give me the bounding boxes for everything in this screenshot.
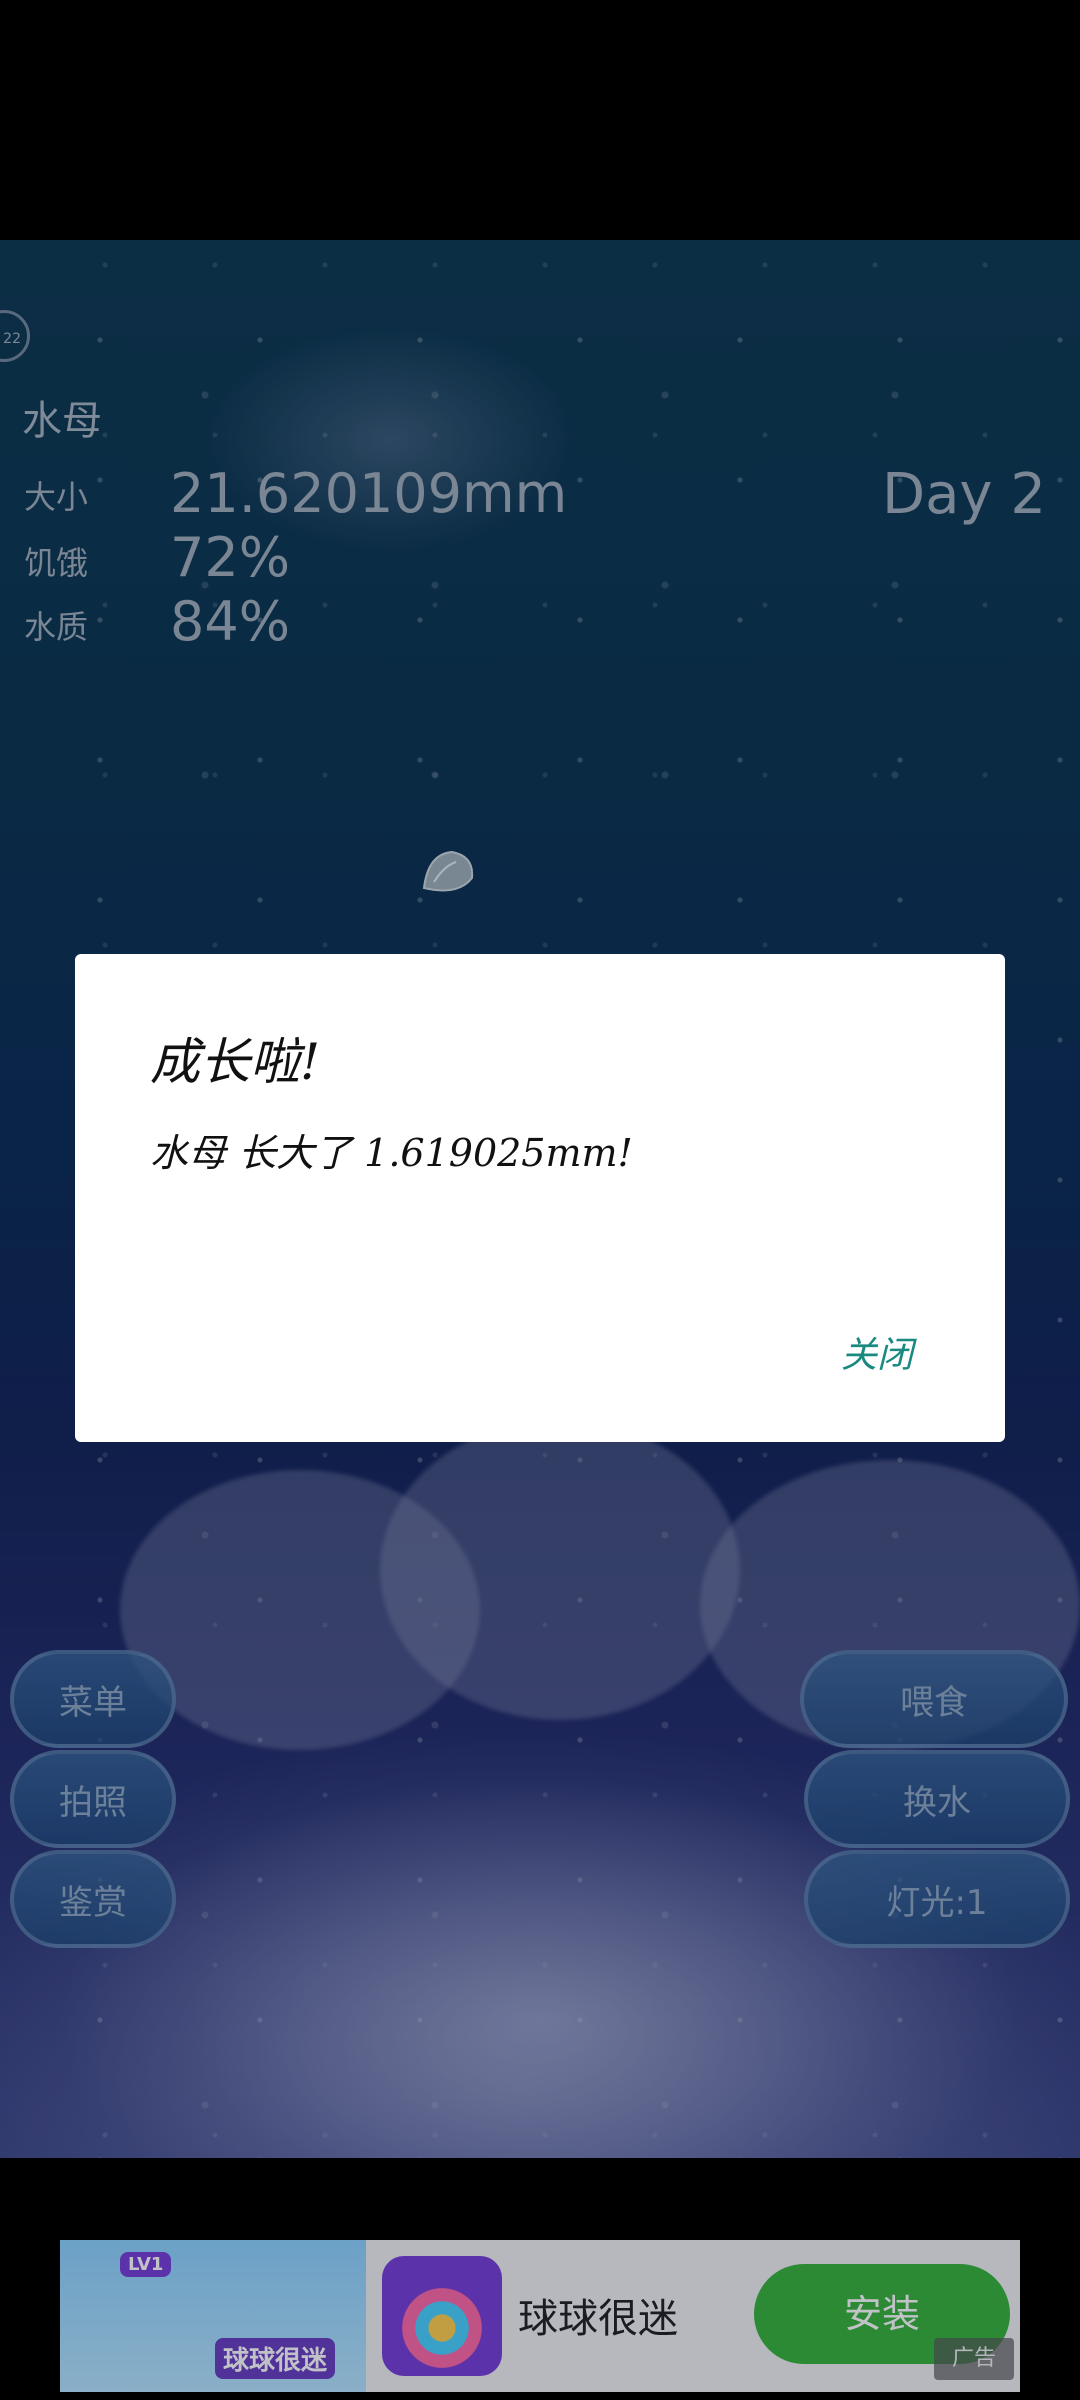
ad-banner[interactable]: LV1 球球很迷 球球很迷 安装 广告 [60,2240,1020,2392]
growth-dialog: 成长啦! 水母 长大了 1.619025mm! 关闭 [75,954,1005,1442]
ad-image-title: 球球很迷 [215,2338,336,2379]
ad-tag: 广告 [934,2338,1014,2380]
top-black-bar [0,0,1080,240]
ad-level-badge: LV1 [120,2252,172,2277]
close-button[interactable]: 关闭 [841,1326,913,1378]
ad-app-icon[interactable] [382,2256,502,2376]
dialog-title: 成长啦! [150,1033,321,1091]
ad-app-name[interactable]: 球球很迷 [518,2286,678,2344]
dialog-message: 水母 长大了 1.619025mm! [150,1131,633,1175]
ad-preview-image[interactable]: LV1 球球很迷 [60,2240,366,2392]
